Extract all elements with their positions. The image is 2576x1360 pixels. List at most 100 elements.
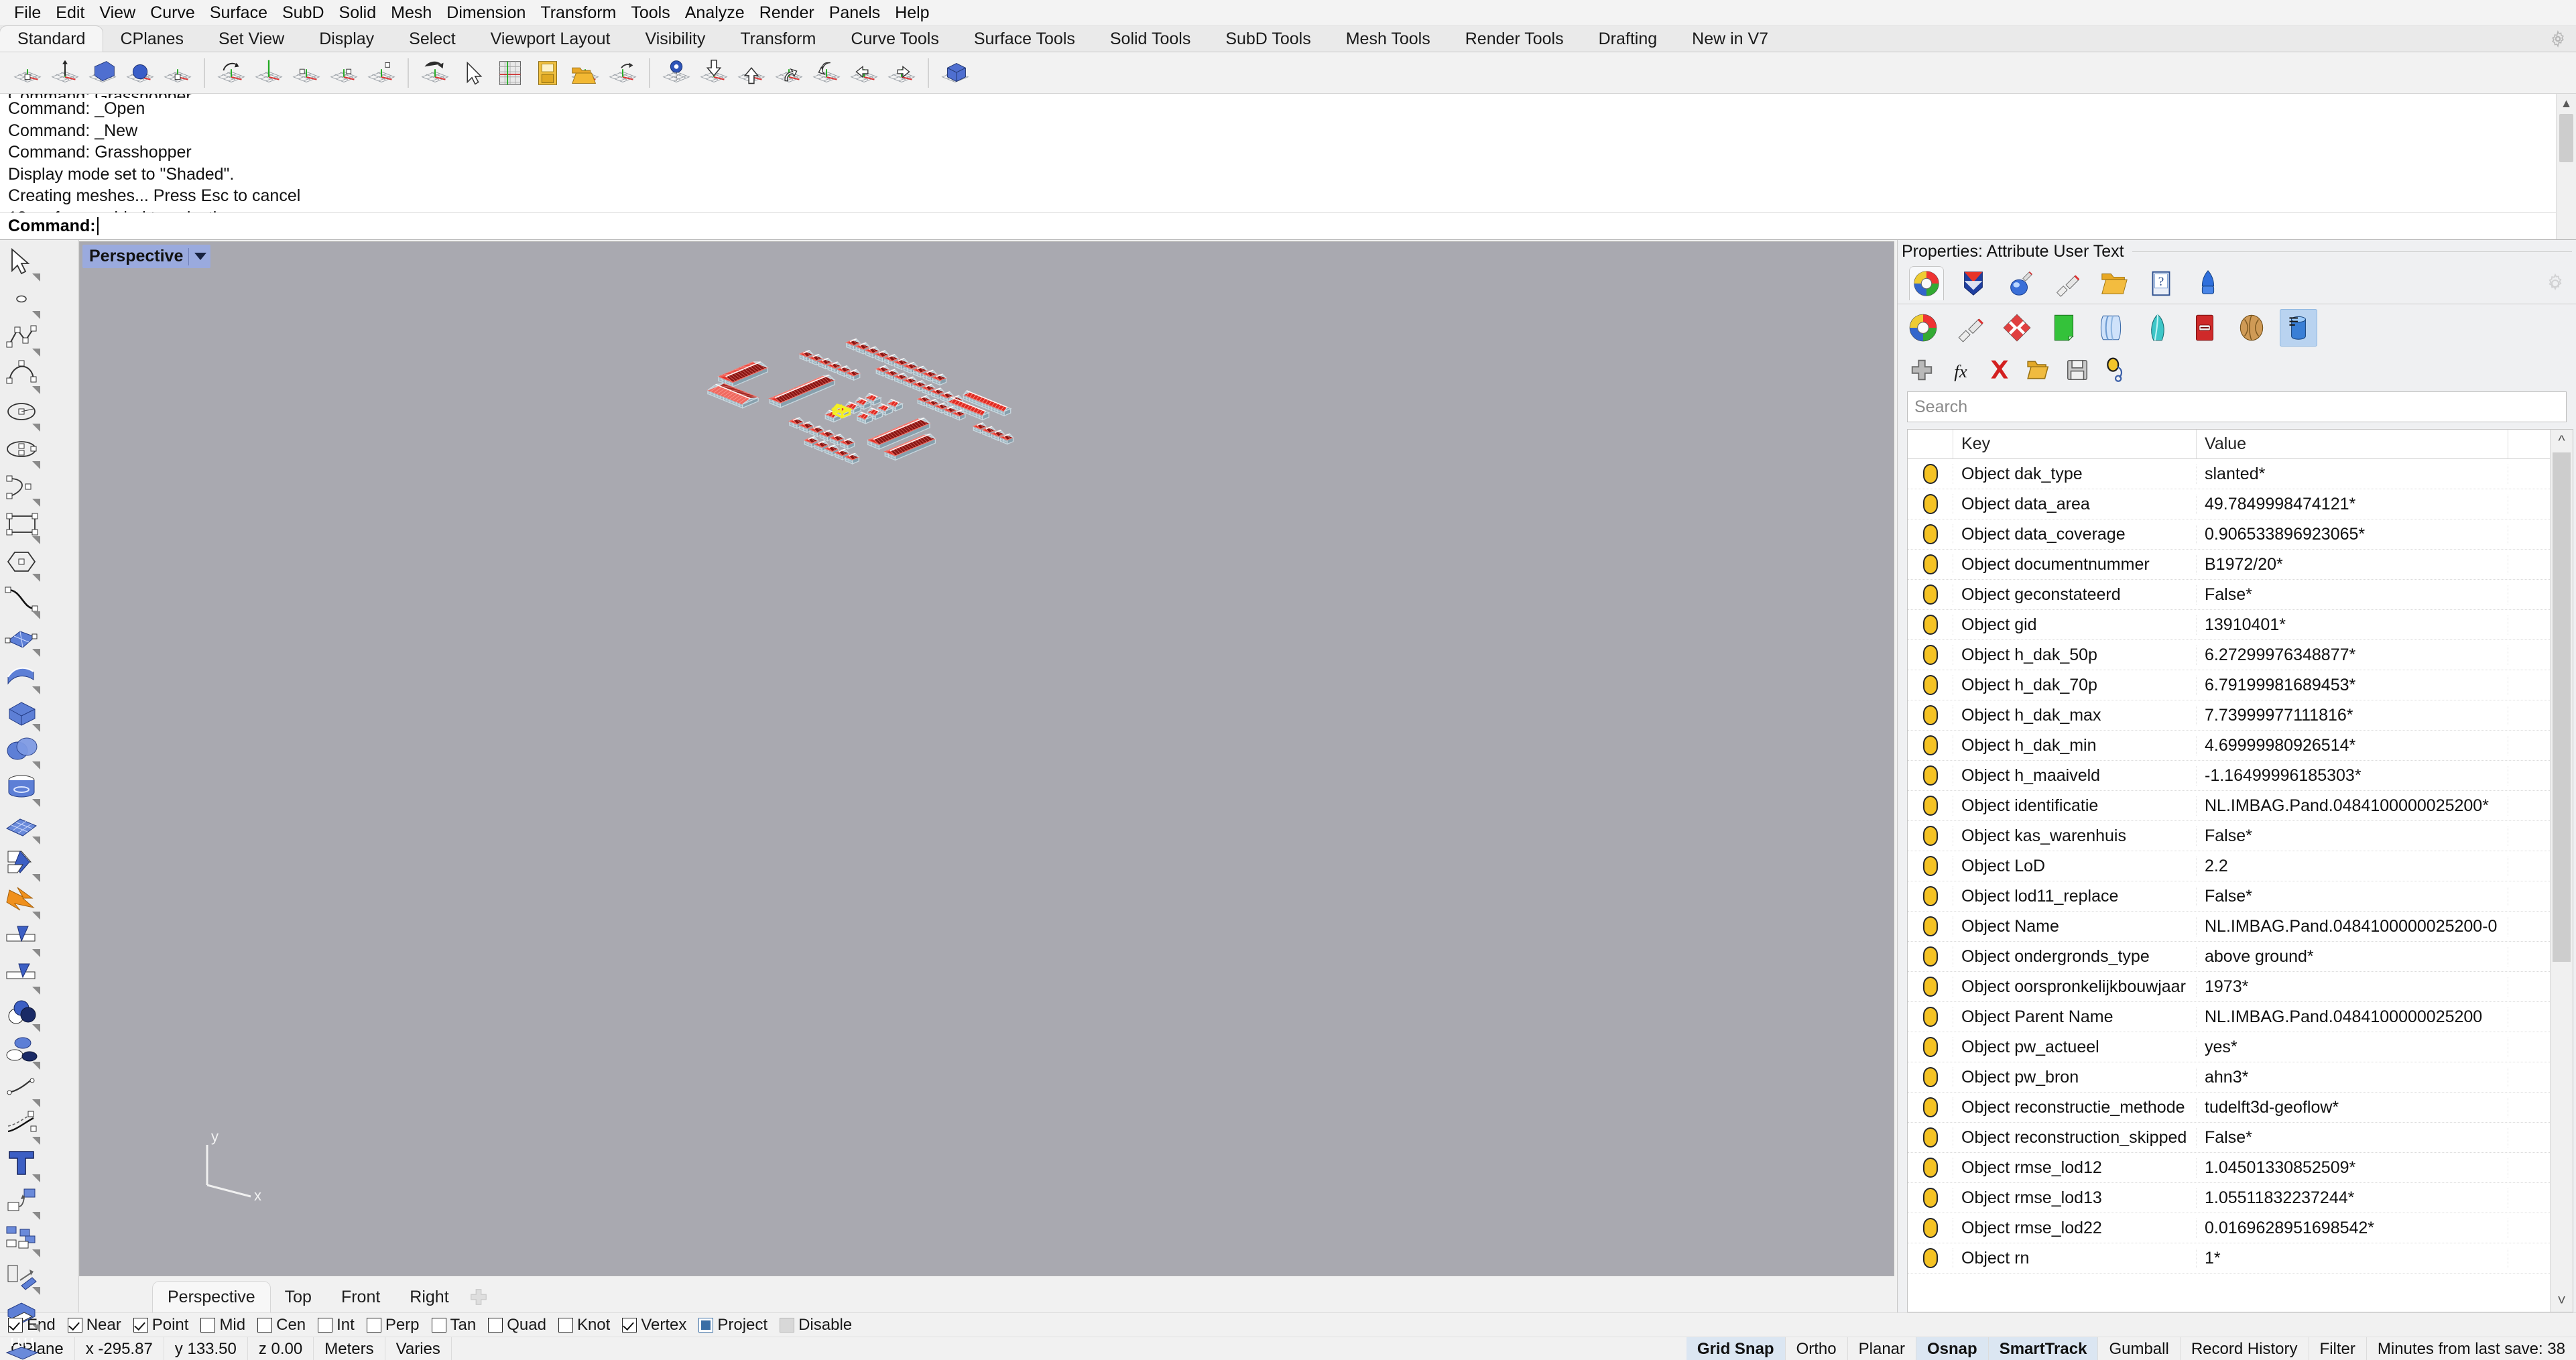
toolbar-tab-display[interactable]: Display: [302, 26, 391, 52]
cplane-rotate-left-icon[interactable]: [771, 55, 807, 91]
cplane-undo-icon[interactable]: [605, 55, 641, 91]
table-row[interactable]: Object Parent NameNL.IMBAG.Pand.04841000…: [1908, 1002, 2550, 1032]
table-row[interactable]: Object documentnummerB1972/20*: [1908, 550, 2550, 580]
boolean-union-icon[interactable]: [3, 845, 40, 882]
command-line[interactable]: Command:: [0, 212, 2576, 239]
attribute-value[interactable]: 7.73999977111816*: [2197, 706, 2508, 725]
coordinate-z[interactable]: z 0.00: [248, 1337, 314, 1360]
box-icon[interactable]: [3, 694, 40, 732]
attribute-value[interactable]: False*: [2197, 1128, 2508, 1148]
status-toggle-grid-snap[interactable]: Grid Snap: [1686, 1337, 1786, 1360]
scroll-up-icon[interactable]: ▲: [2557, 94, 2576, 113]
table-row[interactable]: Object gid13910401*: [1908, 610, 2550, 640]
table-row[interactable]: Object pw_bronahn3*: [1908, 1062, 2550, 1093]
cplane-up-icon[interactable]: [733, 55, 770, 91]
toolbar-tab-transform[interactable]: Transform: [723, 26, 833, 52]
add-viewport-plus-icon[interactable]: [464, 1282, 493, 1312]
attribute-value[interactable]: tudelft3d-geoflow*: [2197, 1098, 2508, 1117]
explode-icon[interactable]: [3, 882, 40, 920]
toolbar-tab-drafting[interactable]: Drafting: [1581, 26, 1675, 52]
boolean-split-icon[interactable]: [3, 1032, 40, 1070]
header-key[interactable]: Key: [1953, 430, 2197, 458]
osnap-perp[interactable]: Perp: [367, 1316, 432, 1335]
attribute-value[interactable]: above ground*: [2197, 947, 2508, 967]
arc-icon[interactable]: [3, 469, 40, 507]
checkbox-icon[interactable]: [133, 1318, 148, 1333]
checkbox-icon[interactable]: [367, 1318, 381, 1333]
checkbox-icon[interactable]: [488, 1318, 503, 1333]
trim-icon[interactable]: [3, 920, 40, 957]
osnap-knot[interactable]: Knot: [558, 1316, 622, 1335]
scrollbar-thumb[interactable]: [2559, 114, 2573, 162]
attribute-value[interactable]: False*: [2197, 887, 2508, 906]
attribute-value[interactable]: NL.IMBAG.Pand.0484100000025200*: [2197, 796, 2508, 816]
search-input[interactable]: Search: [1907, 391, 2567, 422]
checkbox-icon[interactable]: [257, 1318, 272, 1333]
viewport-tab-right[interactable]: Right: [395, 1282, 463, 1312]
attribute-key[interactable]: Object oorspronkelijkbouwjaar: [1953, 977, 2197, 997]
panel-gear-icon[interactable]: [2545, 273, 2565, 294]
help-icon[interactable]: ?: [2144, 267, 2178, 300]
header-value[interactable]: Value: [2197, 430, 2508, 458]
view-target-icon[interactable]: [658, 55, 694, 91]
menu-item-panels[interactable]: Panels: [822, 0, 887, 25]
texture-mapping-icon[interactable]: [1998, 309, 2036, 347]
attribute-key[interactable]: Object h_maaiveld: [1953, 766, 2197, 786]
attribute-key[interactable]: Object lod11_replace: [1953, 887, 2197, 906]
checkbox-icon[interactable]: [200, 1318, 215, 1333]
material-icon[interactable]: [1951, 309, 1989, 347]
curve-blend-icon[interactable]: [3, 582, 40, 619]
osnap-quad[interactable]: Quad: [488, 1316, 558, 1335]
toolbar-options-gear-icon[interactable]: [2549, 30, 2567, 48]
osnap-mid[interactable]: Mid: [200, 1316, 257, 1335]
cplane-box-icon[interactable]: [937, 55, 973, 91]
toolbar-tab-solid-tools[interactable]: Solid Tools: [1093, 26, 1208, 52]
viewport-tab-top[interactable]: Top: [270, 1282, 326, 1312]
attribute-key[interactable]: Object h_dak_max: [1953, 706, 2197, 725]
object-properties-icon[interactable]: [1910, 267, 1943, 300]
attribute-value[interactable]: slanted*: [2197, 465, 2508, 484]
attribute-value[interactable]: NL.IMBAG.Pand.0484100000025200: [2197, 1007, 2508, 1027]
checkbox-icon[interactable]: [698, 1318, 713, 1333]
menu-item-tools[interactable]: Tools: [623, 0, 677, 25]
select-arrow-icon[interactable]: [3, 244, 40, 282]
attribute-key[interactable]: Object Parent Name: [1953, 1007, 2197, 1027]
viewport-tab-front[interactable]: Front: [326, 1282, 395, 1312]
table-row[interactable]: Object data_coverage0.906533896923065*: [1908, 519, 2550, 550]
delete-icon[interactable]: [1986, 357, 2013, 383]
scroll-up-icon[interactable]: ^: [2551, 430, 2573, 452]
table-scrollbar[interactable]: ^ ˅: [2550, 430, 2573, 1312]
match-icon[interactable]: [2103, 357, 2130, 383]
table-row[interactable]: Object h_maaiveld-1.16499996185303*: [1908, 761, 2550, 791]
table-row[interactable]: Object oorspronkelijkbouwjaar1973*: [1908, 972, 2550, 1002]
menu-item-file[interactable]: File: [7, 0, 48, 25]
sphere-boolean-icon[interactable]: [3, 732, 40, 769]
open-icon[interactable]: [2025, 357, 2052, 383]
attribute-key[interactable]: Object pw_bron: [1953, 1068, 2197, 1087]
mesh-plane-icon[interactable]: [3, 807, 40, 845]
save-icon[interactable]: [2064, 357, 2091, 383]
object-color-icon[interactable]: [1904, 309, 1942, 347]
cplane-3point-icon[interactable]: [288, 55, 324, 91]
table-row[interactable]: Object rn1*: [1908, 1243, 2550, 1274]
orient-icon[interactable]: [3, 1257, 40, 1295]
attribute-user-text-icon[interactable]: [2280, 309, 2317, 347]
point-icon[interactable]: [3, 282, 40, 319]
attribute-key[interactable]: Object LoD: [1953, 857, 2197, 876]
checkbox-icon[interactable]: [622, 1318, 637, 1333]
save-info[interactable]: Minutes from last save: 38: [2367, 1337, 2576, 1360]
texture-icon[interactable]: [2233, 309, 2270, 347]
attribute-value[interactable]: 1.05511832237244*: [2197, 1188, 2508, 1208]
cplane-elevation-icon[interactable]: [47, 55, 83, 91]
menu-item-view[interactable]: View: [92, 0, 143, 25]
menu-item-analyze[interactable]: Analyze: [678, 0, 752, 25]
cplane-rotate-icon[interactable]: [213, 55, 249, 91]
attribute-value[interactable]: 49.7849998474121*: [2197, 495, 2508, 514]
status-toggle-osnap[interactable]: Osnap: [1916, 1337, 1989, 1360]
toolbar-tab-curve-tools[interactable]: Curve Tools: [833, 26, 957, 52]
toolbar-tab-visibility[interactable]: Visibility: [627, 26, 723, 52]
attribute-value[interactable]: ahn3*: [2197, 1068, 2508, 1087]
text-icon[interactable]: [3, 1145, 40, 1182]
table-row[interactable]: Object data_area49.7849998474121*: [1908, 489, 2550, 519]
table-row[interactable]: Object lod11_replaceFalse*: [1908, 881, 2550, 912]
